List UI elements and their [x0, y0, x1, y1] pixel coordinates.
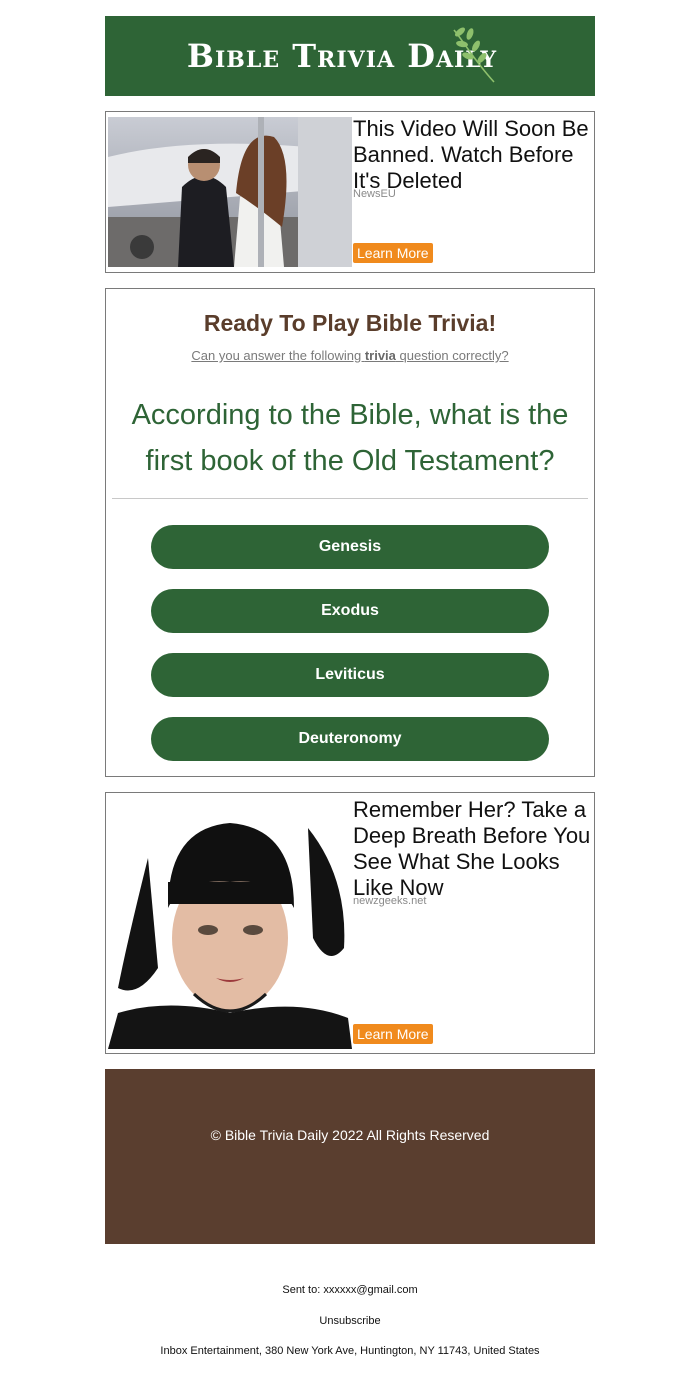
- ad-image-couple-jet[interactable]: [108, 117, 352, 267]
- copyright-text: © Bible Trivia Daily 2022 All Rights Res…: [210, 1127, 490, 1143]
- answer-button-genesis[interactable]: Genesis: [151, 525, 549, 569]
- sponsored-ad-2[interactable]: Remember Her? Take a Deep Breath Before …: [105, 792, 595, 1054]
- answer-button-deuteronomy[interactable]: Deuteronomy: [151, 717, 549, 761]
- sent-to-text: Sent to: xxxxxx@gmail.com: [282, 1284, 418, 1296]
- answer-button-leviticus[interactable]: Leviticus: [151, 653, 549, 697]
- learn-more-button[interactable]: Learn More: [353, 243, 433, 263]
- quiz-subtitle-post: question correctly?: [395, 348, 509, 363]
- divider: [112, 498, 588, 499]
- trivia-card: Ready To Play Bible Trivia! Can you answ…: [105, 288, 595, 777]
- ad-source: NewsEU: [353, 188, 396, 200]
- olive-branch-icon: [453, 27, 495, 83]
- answer-button-exodus[interactable]: Exodus: [151, 589, 549, 633]
- learn-more-button[interactable]: Learn More: [353, 1024, 433, 1044]
- quiz-subtitle-pre: Can you answer the following: [191, 348, 365, 363]
- unsubscribe-link[interactable]: Unsubscribe: [0, 1315, 700, 1327]
- sponsored-ad-1[interactable]: This Video Will Soon Be Banned. Watch Be…: [105, 111, 595, 273]
- ad-source: newzgeeks.net: [353, 895, 427, 907]
- ad-headline[interactable]: Remember Her? Take a Deep Breath Before …: [353, 797, 591, 901]
- mailing-address: Inbox Entertainment, 380 New York Ave, H…: [160, 1345, 540, 1357]
- footer-banner: © Bible Trivia Daily 2022 All Rights Res…: [105, 1069, 595, 1244]
- quiz-subtitle[interactable]: Can you answer the following trivia ques…: [106, 348, 594, 363]
- quiz-subtitle-bold: trivia: [364, 348, 396, 363]
- header-banner: Bible Trivia Daily: [105, 16, 595, 96]
- ad-headline[interactable]: This Video Will Soon Be Banned. Watch Be…: [353, 116, 591, 194]
- trivia-question: According to the Bible, what is the firs…: [131, 399, 569, 477]
- ad-image-woman-portrait[interactable]: [108, 798, 352, 1049]
- quiz-title: Ready To Play Bible Trivia!: [203, 310, 497, 336]
